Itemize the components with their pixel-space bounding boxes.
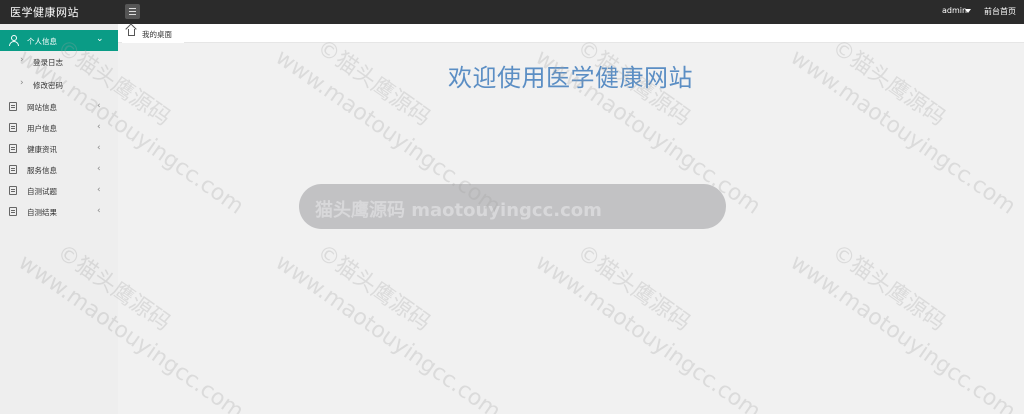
chevron-down-icon: ⌄ <box>96 34 104 44</box>
list-icon <box>9 144 17 153</box>
promo-banner: 猫头鹰源码 maotouyingcc.com <box>299 184 726 229</box>
sidebar-item-self-test-results[interactable]: 自测结果 ‹ <box>0 201 118 222</box>
watermark-text: www.maotouyingcc.com <box>530 250 766 414</box>
sidebar-item-service-info[interactable]: 服务信息 ‹ <box>0 159 118 180</box>
welcome-heading: 欢迎使用医学健康网站 <box>448 64 693 92</box>
user-menu[interactable]: admin <box>942 6 967 15</box>
chevron-right-icon: › <box>20 55 24 65</box>
front-home-link[interactable]: 前台首页 <box>984 6 1016 17</box>
sidebar-item-user-info[interactable]: 用户信息 ‹ <box>0 117 118 138</box>
list-icon <box>9 186 17 195</box>
user-icon <box>9 35 19 46</box>
home-icon <box>128 29 135 36</box>
sidebar-item-site-info[interactable]: 网站信息 ‹ <box>0 96 118 117</box>
sidebar-item-label: 自测试题 <box>27 187 57 196</box>
list-icon <box>9 165 17 174</box>
watermark-text: ©猫头鹰源码 <box>572 239 695 337</box>
tab-label: 我的桌面 <box>142 30 172 39</box>
tab-bar: 我的桌面 <box>118 24 1024 43</box>
sidebar-subitem-change-password[interactable]: › 修改密码 <box>0 74 118 95</box>
top-bar: 医学健康网站 admin 前台首页 <box>0 0 1024 24</box>
list-icon <box>9 123 17 132</box>
chevron-left-icon: ‹ <box>97 206 101 216</box>
chevron-left-icon: ‹ <box>97 122 101 132</box>
chevron-left-icon: ‹ <box>97 143 101 153</box>
chevron-left-icon: ‹ <box>97 164 101 174</box>
sidebar-item-label: 网站信息 <box>27 103 57 112</box>
watermark-text: ©猫头鹰源码 <box>312 239 435 337</box>
site-title: 医学健康网站 <box>10 6 79 19</box>
banner-text: 猫头鹰源码 maotouyingcc.com <box>315 200 602 221</box>
chevron-left-icon: ‹ <box>97 101 101 111</box>
sidebar-item-health-news[interactable]: 健康资讯 ‹ <box>0 138 118 159</box>
watermark-text: ©猫头鹰源码 <box>312 34 435 132</box>
hamburger-icon[interactable] <box>125 4 140 19</box>
sidebar-item-label: 健康资讯 <box>27 145 57 154</box>
watermark-text: www.maotouyingcc.com <box>270 250 506 414</box>
sidebar-item-label: 服务信息 <box>27 166 57 175</box>
watermark-text: ©猫头鹰源码 <box>827 34 950 132</box>
sidebar-item-label: 个人信息 <box>27 37 57 46</box>
list-icon <box>9 102 17 111</box>
caret-down-icon[interactable] <box>965 9 971 13</box>
sidebar: 个人信息 ⌄ › 登录日志 › 修改密码 网站信息 ‹ 用户信息 ‹ 健康资讯 … <box>0 24 118 414</box>
sidebar-item-label: 自测结果 <box>27 208 57 217</box>
sidebar-subitem-label: 修改密码 <box>33 81 63 90</box>
chevron-right-icon: › <box>20 78 24 88</box>
watermark-text: ©猫头鹰源码 <box>827 239 950 337</box>
sidebar-subitem-login-log[interactable]: › 登录日志 <box>0 51 118 72</box>
sidebar-subitem-label: 登录日志 <box>33 58 63 67</box>
watermark-text: www.maotouyingcc.com <box>785 250 1021 414</box>
sidebar-item-label: 用户信息 <box>27 124 57 133</box>
tab-my-desktop[interactable]: 我的桌面 <box>122 24 184 43</box>
watermark-text: www.maotouyingcc.com <box>785 45 1021 220</box>
sidebar-item-self-test-questions[interactable]: 自测试题 ‹ <box>0 180 118 201</box>
list-icon <box>9 207 17 216</box>
sidebar-item-personal-info[interactable]: 个人信息 ⌄ <box>0 30 118 51</box>
chevron-left-icon: ‹ <box>97 185 101 195</box>
